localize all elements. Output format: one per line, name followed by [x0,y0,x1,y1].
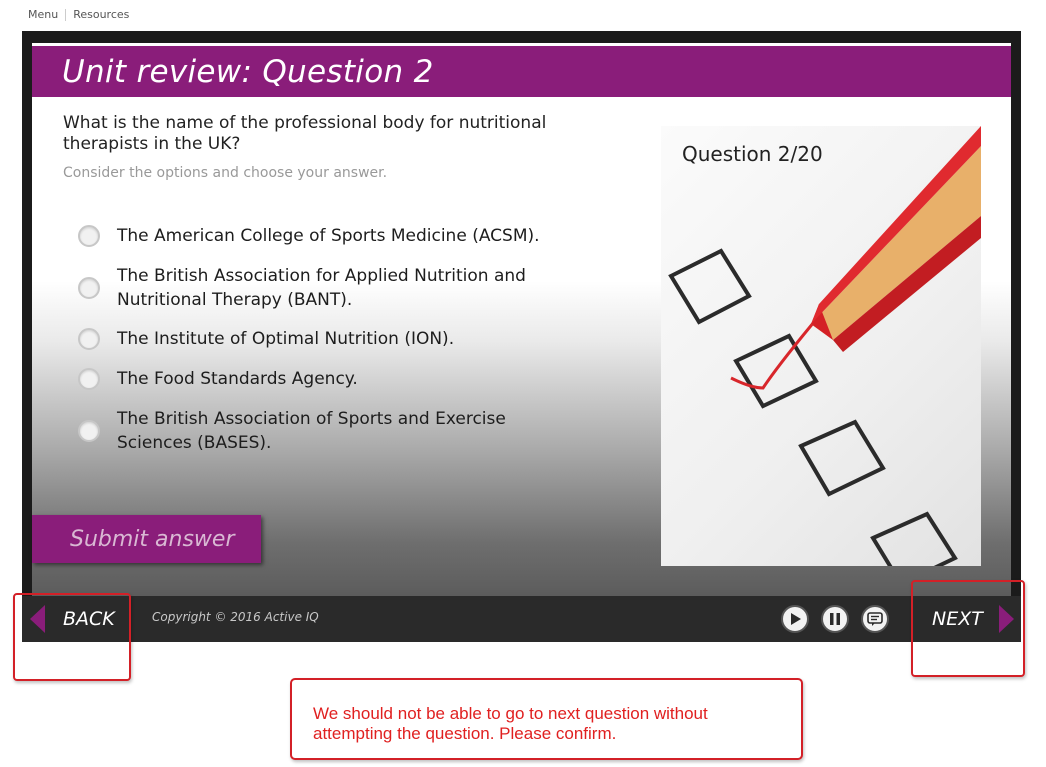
answer-label: The Food Standards Agency. [117,369,358,389]
radio-button[interactable] [78,277,100,299]
resources-link[interactable]: Resources [73,8,129,21]
top-nav: Menu Resources [28,8,129,21]
answer-option-acsm[interactable]: The American College of Sports Medicine … [78,224,557,248]
submit-answer-button[interactable]: Submit answer [32,515,261,563]
answer-label: The British Association for Applied Nutr… [117,266,526,310]
radio-button[interactable] [78,368,100,390]
answer-option-fsa[interactable]: The Food Standards Agency. [78,367,557,391]
play-button[interactable] [781,605,809,633]
course-player: Unit review: Question 2 What is the name… [22,31,1021,642]
checkbox-shape [668,248,752,325]
answer-label: The Institute of Optimal Nutrition (ION)… [117,329,455,349]
title-bar: Unit review: Question 2 [32,46,1011,97]
pause-icon [830,613,840,625]
menu-link[interactable]: Menu [28,8,58,21]
nav-divider [65,8,67,21]
pause-button[interactable] [821,605,849,633]
answer-option-bant[interactable]: The British Association for Applied Nutr… [78,264,557,312]
next-annotation-box [911,580,1025,677]
checklist-pencil-image: Question 2/20 [661,126,981,566]
note-line: attempting the question. Please confirm. [313,724,617,743]
slide: Unit review: Question 2 What is the name… [32,43,1011,596]
captions-icon [867,612,883,626]
answer-label: The British Association of Sports and Ex… [117,409,506,453]
radio-button[interactable] [78,225,100,247]
question-text: What is the name of the professional bod… [63,113,547,154]
note-line: We should not be able to go to next ques… [313,704,708,723]
back-annotation-box [13,593,131,681]
radio-button[interactable] [78,420,100,442]
checkbox-shape [870,511,958,566]
captions-button[interactable] [861,605,889,633]
radio-button[interactable] [78,328,100,350]
player-bottom-bar: BACK Copyright © 2016 Active IQ NEXT [22,596,1021,642]
answer-option-ion[interactable]: The Institute of Optimal Nutrition (ION)… [78,327,557,351]
play-icon [791,613,801,625]
copyright-text: Copyright © 2016 Active IQ [152,610,319,624]
review-note: We should not be able to go to next ques… [290,678,803,760]
instruction-text: Consider the options and choose your ans… [63,165,388,181]
slide-title: Unit review: Question 2 [62,54,434,90]
answer-option-bases[interactable]: The British Association of Sports and Ex… [78,407,557,455]
answer-label: The American College of Sports Medicine … [117,226,540,246]
note-text: We should not be able to go to next ques… [313,704,708,744]
checkbox-pencil-illustration [668,126,981,566]
checkbox-shape [798,419,886,497]
